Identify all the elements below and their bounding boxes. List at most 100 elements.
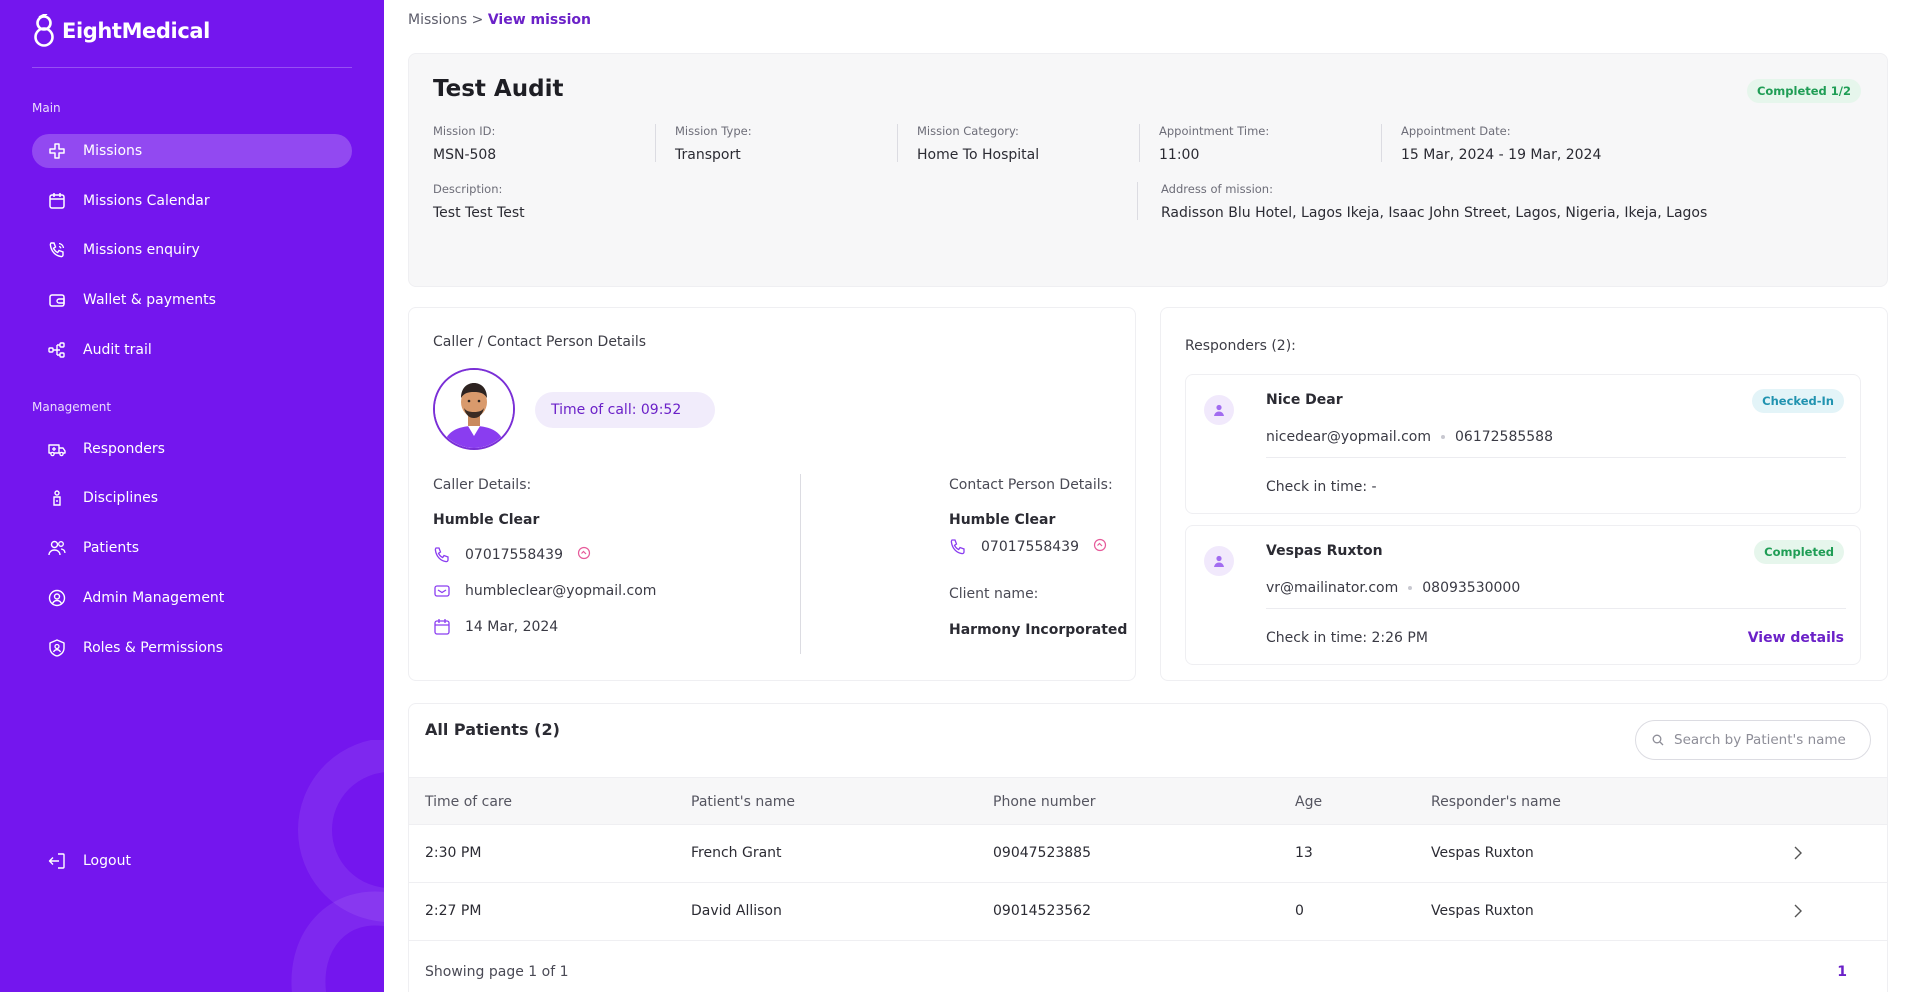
contact-phone-row: 07017558439 [949, 538, 1111, 556]
field-divider [1137, 182, 1138, 220]
caller-section-title: Caller / Contact Person Details [433, 334, 647, 350]
sidebar-item-label: Missions enquiry [83, 242, 200, 258]
table-row[interactable]: 2:30 PM French Grant 09047523885 13 Vesp… [409, 825, 1887, 883]
patients-table-panel: All Patients (2) Time of care Patient's … [408, 703, 1888, 992]
logout-button[interactable]: Logout [32, 844, 352, 878]
description-value: Test Test Test [433, 205, 525, 221]
caller-details-label: Caller Details: [433, 477, 532, 493]
status-badge: Completed 1/2 [1746, 79, 1861, 103]
sidebar-item-responders[interactable]: Responders [32, 432, 352, 466]
breadcrumb-current: View mission [487, 12, 591, 28]
field-divider [897, 124, 898, 162]
cell-time: 2:27 PM [425, 903, 482, 919]
logout-icon [48, 852, 66, 870]
cell-phone: 09047523885 [993, 845, 1091, 861]
search-input[interactable] [1674, 732, 1854, 748]
tree-icon [48, 341, 66, 359]
sidebar-item-label: Admin Management [83, 590, 225, 606]
mission-type-value: Transport [675, 147, 741, 163]
mission-type-label: Mission Type: [675, 124, 752, 138]
time-of-call-badge: Time of call: 09:52 [535, 392, 715, 428]
responder-email: vr@mailinator.com [1266, 580, 1399, 596]
mission-category-value: Home To Hospital [917, 147, 1040, 163]
sidebar-item-missions[interactable]: Missions [32, 134, 352, 168]
chevron-right-icon[interactable] [1793, 845, 1803, 864]
responder-card: Vespas Ruxton Completed vr@mailinator.co… [1185, 525, 1861, 665]
caller-phone: 07017558439 [465, 547, 563, 563]
appointment-date-label: Appointment Date: [1401, 124, 1511, 138]
sidebar-item-disciplines[interactable]: Disciplines [32, 481, 352, 515]
check-in-time: Check in time: - [1266, 479, 1377, 495]
cell-phone: 09014523562 [993, 903, 1091, 919]
caller-email: humbleclear@yopmail.com [465, 583, 657, 599]
responder-contact: vr@mailinator.com 08093530000 [1266, 580, 1520, 596]
table-row[interactable]: 2:27 PM David Allison 09014523562 0 Vesp… [409, 883, 1887, 941]
pagination-page-1[interactable]: 1 [1837, 964, 1847, 980]
responders-title: Responders (2): [1185, 338, 1296, 354]
column-header: Phone number [993, 794, 1096, 810]
sidebar-item-label: Patients [83, 540, 140, 556]
responder-phone: 06172585588 [1455, 429, 1553, 445]
section-label-management: Management [32, 400, 112, 414]
contact-person-name: Humble Clear [949, 512, 1056, 528]
column-header: Patient's name [691, 794, 796, 810]
ambulance-icon [48, 440, 66, 458]
breadcrumb-parent[interactable]: Missions [408, 12, 467, 28]
contact-phone: 07017558439 [981, 539, 1079, 555]
user-circle-icon [48, 589, 66, 607]
sidebar-item-missions-calendar[interactable]: Missions Calendar [32, 184, 352, 218]
responder-phone: 08093530000 [1422, 580, 1521, 596]
sidebar-item-label: Roles & Permissions [83, 640, 224, 656]
badge-icon [48, 489, 66, 507]
cell-patient-name: French Grant [691, 845, 782, 861]
calendar-icon [48, 192, 66, 210]
patient-search[interactable] [1635, 720, 1871, 760]
view-details-link[interactable]: View details [1748, 630, 1844, 646]
sidebar: EightMedical Main Missions Missions Cale… [0, 0, 384, 992]
brand-name: EightMedical [62, 19, 210, 43]
check-in-time: Check in time: 2:26 PM [1266, 630, 1428, 646]
field-divider [1139, 124, 1140, 162]
separator-dot [1408, 586, 1413, 590]
responder-name: Vespas Ruxton [1266, 543, 1383, 559]
table-header: Time of care Patient's name Phone number… [409, 777, 1887, 825]
sidebar-item-audit-trail[interactable]: Audit trail [32, 333, 352, 367]
sidebar-item-admin-management[interactable]: Admin Management [32, 581, 352, 615]
responder-card: Nice Dear Checked-In nicedear@yopmail.co… [1185, 374, 1861, 514]
phone-call-icon [48, 241, 66, 259]
brand-logo[interactable]: EightMedical [32, 14, 210, 48]
client-name: Harmony Incorporated [949, 622, 1128, 638]
pagination-info: Showing page 1 of 1 [425, 964, 569, 980]
patients-title: All Patients (2) [425, 720, 560, 739]
breadcrumb-separator: > [471, 12, 484, 28]
sidebar-item-patients[interactable]: Patients [32, 531, 352, 565]
search-icon [1652, 731, 1664, 750]
phone-icon [433, 546, 451, 564]
sidebar-item-wallet[interactable]: Wallet & payments [32, 283, 352, 317]
chevron-right-icon[interactable] [1793, 903, 1803, 922]
sidebar-item-missions-enquiry[interactable]: Missions enquiry [32, 233, 352, 267]
mission-summary-card: Test Audit Completed 1/2 Mission ID: MSN… [408, 53, 1888, 287]
cell-age: 13 [1295, 845, 1313, 861]
page-title: Test Audit [433, 76, 564, 102]
caller-name: Humble Clear [433, 512, 540, 528]
caller-email-row: humbleclear@yopmail.com [433, 582, 656, 600]
address-label: Address of mission: [1161, 182, 1273, 196]
sidebar-divider [32, 67, 352, 68]
copy-icon[interactable] [1093, 538, 1111, 556]
mission-category-label: Mission Category: [917, 124, 1019, 138]
column-header: Age [1295, 794, 1323, 810]
caller-date: 14 Mar, 2024 [465, 619, 559, 635]
address-value: Radisson Blu Hotel, Lagos Ikeja, Isaac J… [1161, 205, 1708, 221]
separator-dot [1441, 435, 1445, 439]
sidebar-item-label: Responders [83, 441, 165, 457]
cell-responder: Vespas Ruxton [1431, 903, 1534, 919]
breadcrumb: Missions > View mission [408, 12, 591, 28]
responder-contact: nicedear@yopmail.com 06172585588 [1266, 429, 1553, 445]
sidebar-item-label: Missions [83, 143, 143, 159]
shield-user-icon [48, 639, 66, 657]
sidebar-item-roles-permissions[interactable]: Roles & Permissions [32, 631, 352, 665]
calendar-icon [433, 618, 451, 636]
divider [1266, 608, 1846, 609]
copy-icon[interactable] [577, 546, 595, 564]
